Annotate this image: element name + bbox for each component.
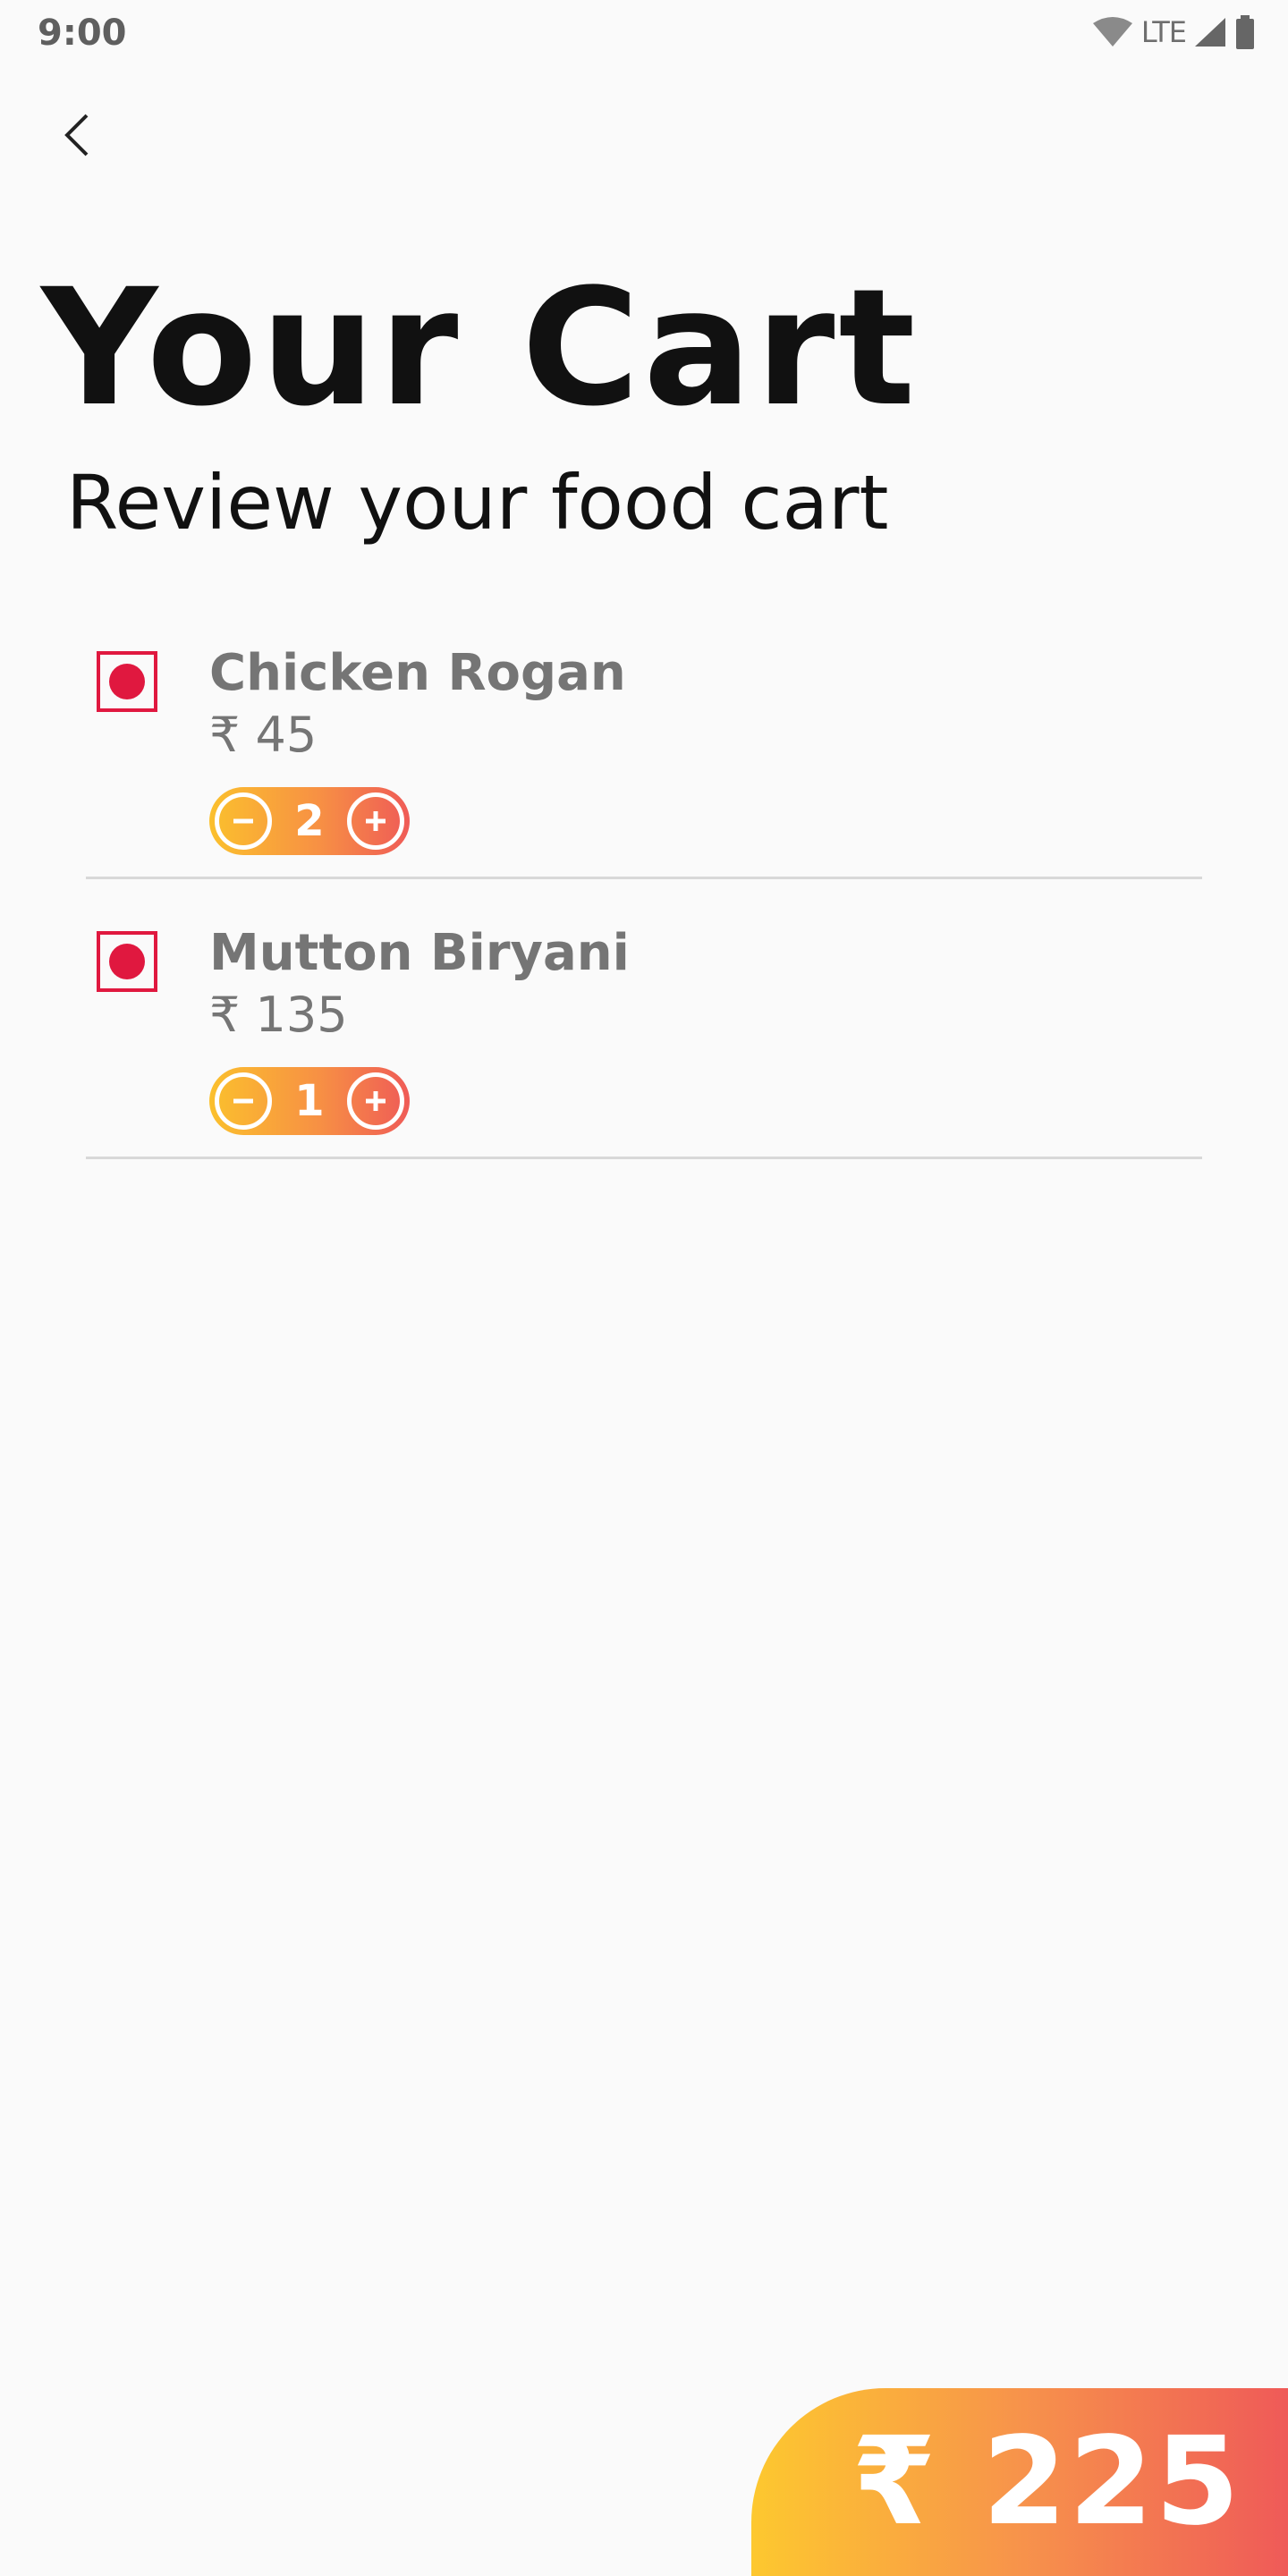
quantity-value: 2 [294, 796, 325, 846]
minus-icon [233, 818, 253, 824]
plus-icon [366, 1091, 386, 1111]
item-price: ₹ 45 [209, 707, 318, 763]
back-button[interactable] [47, 106, 109, 168]
total-amount: ₹ 225 [852, 2411, 1241, 2553]
status-icons: LTE [1091, 14, 1256, 50]
increase-quantity-button[interactable] [347, 1072, 404, 1130]
minus-icon [233, 1098, 253, 1104]
quantity-stepper: 2 [209, 787, 410, 855]
item-price: ₹ 135 [209, 987, 348, 1043]
increase-quantity-button[interactable] [347, 792, 404, 850]
food-type-marker-icon [97, 931, 157, 992]
page-title: Your Cart [41, 255, 919, 442]
wifi-icon [1091, 16, 1134, 48]
cart-list: Chicken Rogan ₹ 45 2 Mutton Biryani ₹ 13… [86, 599, 1202, 1159]
status-bar: 9:00 LTE [0, 0, 1288, 64]
quantity-stepper: 1 [209, 1067, 410, 1135]
back-chevron-icon [60, 113, 96, 161]
signal-icon [1193, 16, 1227, 48]
item-name: Mutton Biryani [209, 924, 630, 982]
network-label: LTE [1140, 15, 1187, 49]
food-type-marker-icon [97, 651, 157, 712]
item-name: Chicken Rogan [209, 644, 626, 702]
checkout-total-button[interactable]: ₹ 225 [751, 2388, 1288, 2576]
cart-screen: 9:00 LTE Your Cart Review your food cart… [0, 0, 1288, 2576]
decrease-quantity-button[interactable] [215, 1072, 272, 1130]
cart-item: Chicken Rogan ₹ 45 2 [86, 599, 1202, 879]
quantity-value: 1 [294, 1076, 325, 1126]
status-time: 9:00 [38, 13, 127, 54]
battery-icon [1234, 15, 1256, 49]
cart-item: Mutton Biryani ₹ 135 1 [86, 879, 1202, 1159]
decrease-quantity-button[interactable] [215, 792, 272, 850]
plus-icon [366, 811, 386, 831]
page-subtitle: Review your food cart [66, 459, 889, 547]
